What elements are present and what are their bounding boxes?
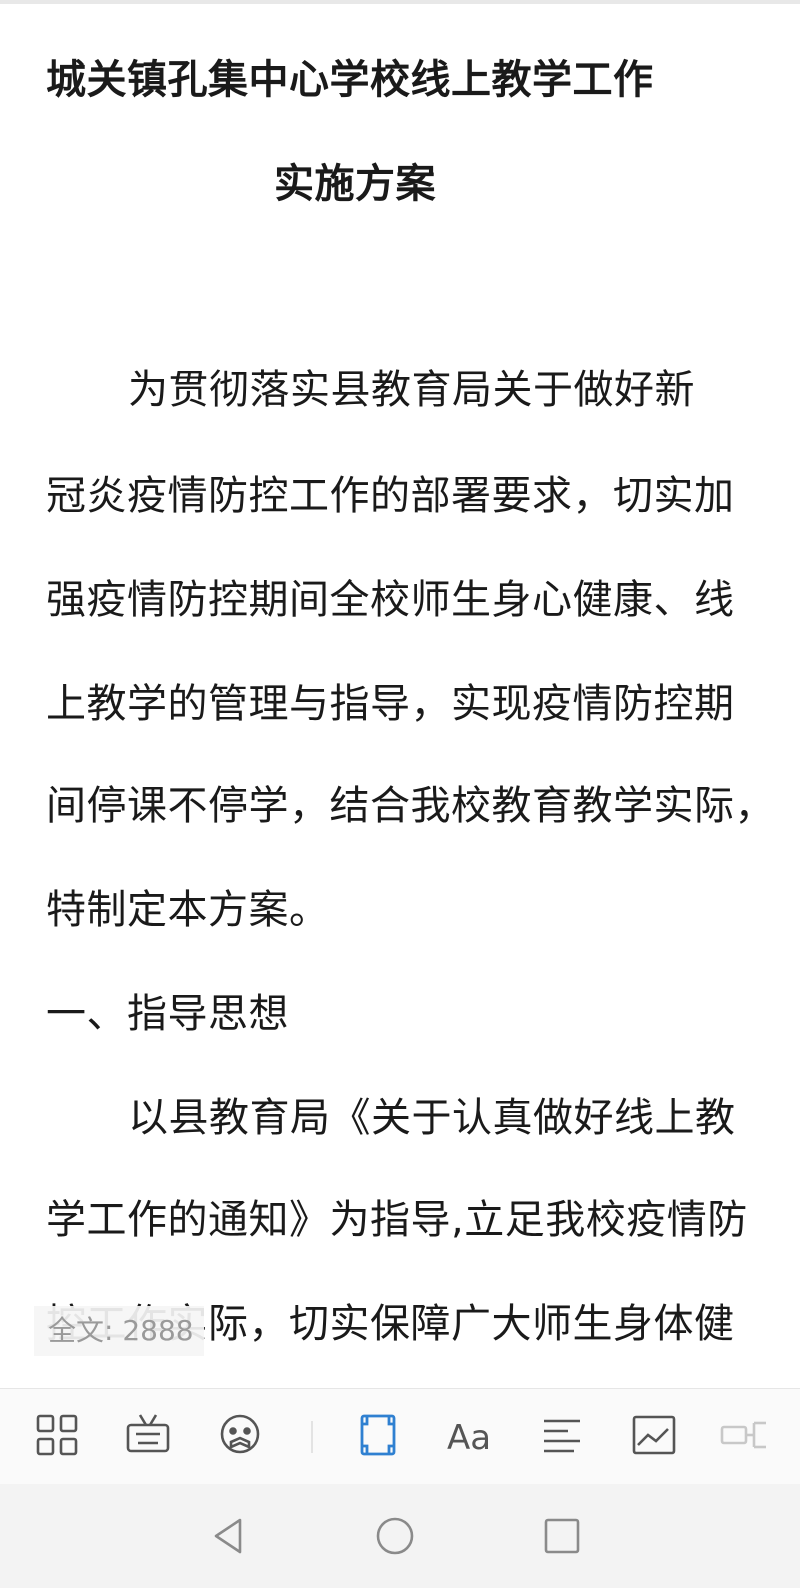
word-count-badge: 全文: 2888 — [34, 1306, 204, 1356]
paragraph-line: 强疫情防控期间全校师生身心健康、线 — [46, 577, 735, 623]
keyboard-icon[interactable] — [124, 1411, 172, 1459]
mindmap-icon[interactable] — [720, 1411, 768, 1459]
system-nav-bar — [0, 1484, 800, 1588]
document-view[interactable]: 城关镇孔集中心学校线上教学工作 实施方案 为贯彻落实县教育局关于做好新 冠炎疫情… — [0, 0, 800, 1390]
section-heading: 一、指导思想 — [46, 991, 289, 1037]
paragraph-line: 学工作的通知》为指导,立足我校疫情防 — [46, 1197, 748, 1243]
paragraph-line: 特制定本方案。 — [46, 887, 330, 933]
paragraph-line: 冠炎疫情防控工作的部署要求，切实加 — [46, 473, 735, 519]
fullscreen-icon[interactable] — [354, 1411, 402, 1459]
paragraph-line: 为贯彻落实县教育局关于做好新 — [128, 367, 695, 413]
home-icon[interactable] — [373, 1514, 417, 1558]
grid-icon[interactable] — [33, 1411, 81, 1459]
document-subtitle: 实施方案 — [274, 161, 436, 207]
align-icon[interactable] — [538, 1411, 586, 1459]
back-icon[interactable] — [206, 1514, 250, 1558]
toolbar-divider — [311, 1421, 313, 1453]
font-icon[interactable]: Aa — [446, 1411, 494, 1459]
paragraph-line: 上教学的管理与指导，实现疫情防控期 — [46, 681, 735, 727]
paragraph-line: 间停课不停学，结合我校教育教学实际， — [46, 783, 775, 829]
voice-assistant-icon[interactable] — [216, 1411, 264, 1459]
paragraph-line: 以县教育局《关于认真做好线上教 — [128, 1095, 736, 1141]
document-title: 城关镇孔集中心学校线上教学工作 — [46, 57, 654, 103]
bottom-toolbar: Aa — [0, 1388, 800, 1485]
image-icon[interactable] — [630, 1411, 678, 1459]
font-icon-glyph: Aa — [447, 1418, 491, 1458]
recents-icon[interactable] — [540, 1514, 584, 1558]
